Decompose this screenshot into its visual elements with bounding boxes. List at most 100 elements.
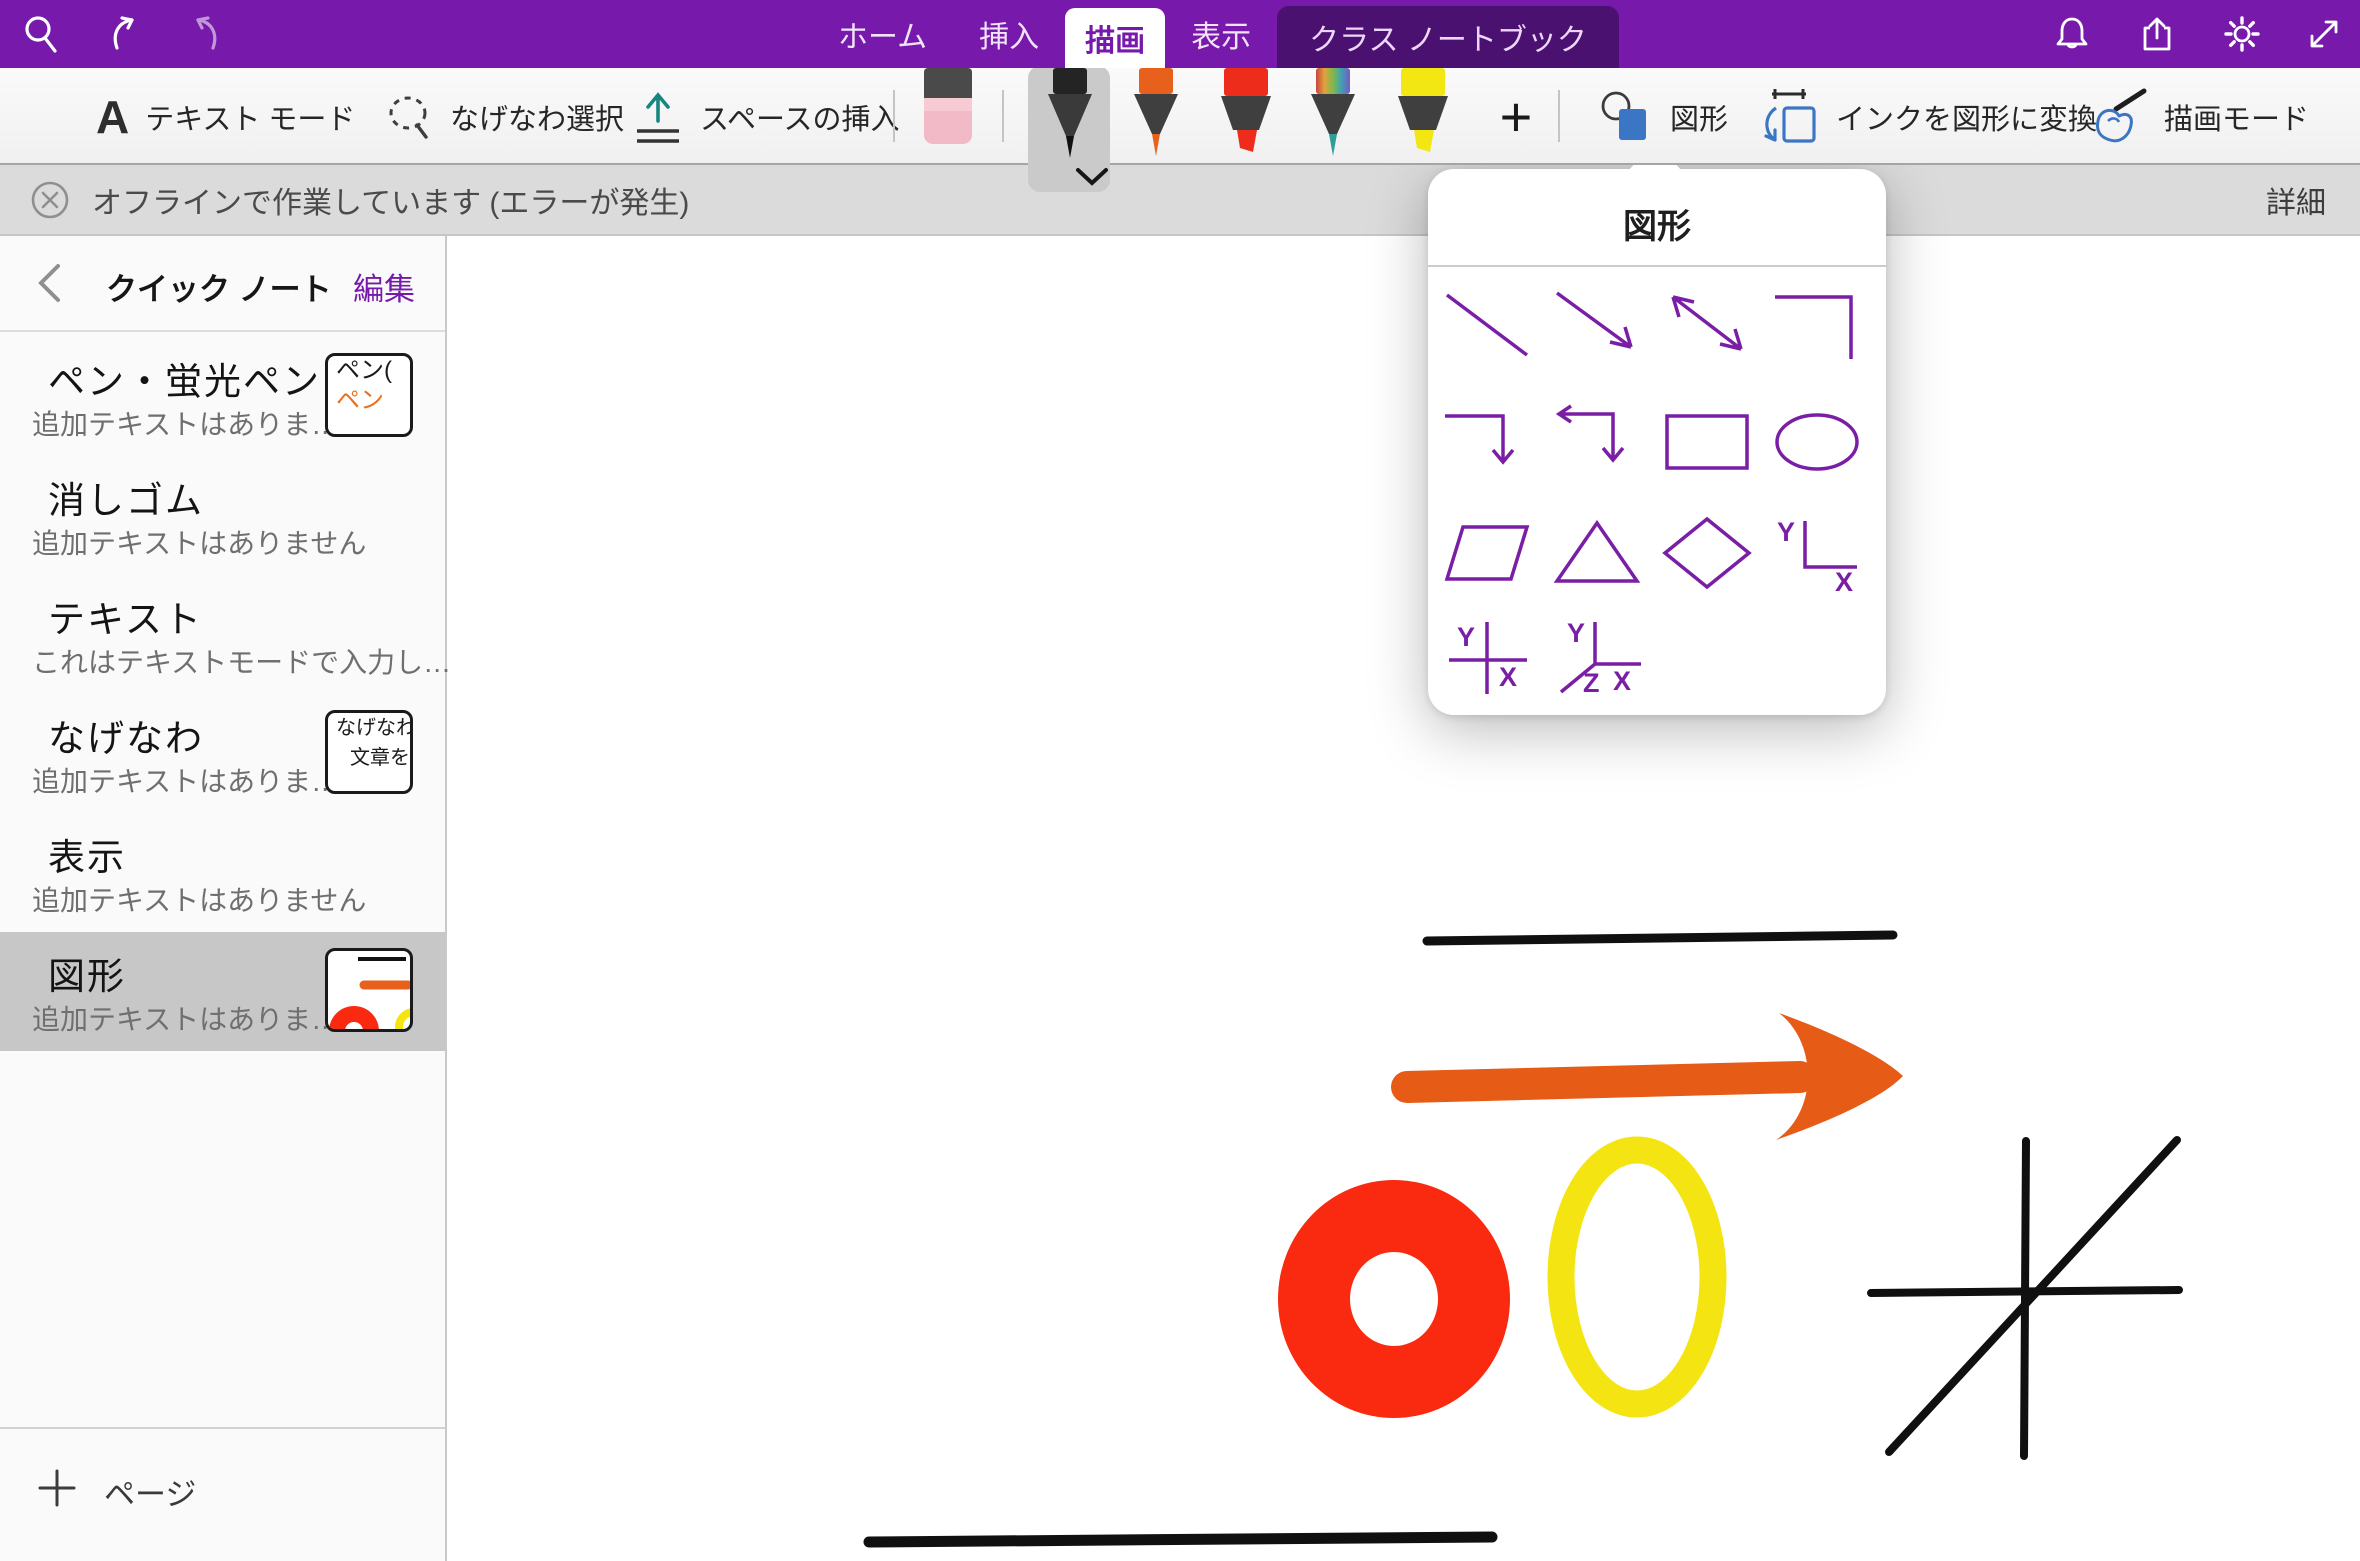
popup-divider: [1428, 265, 1886, 267]
tab-home[interactable]: ホーム: [812, 0, 953, 68]
page-row-eraser[interactable]: 消しゴム 追加テキストはありません: [0, 456, 445, 575]
page-title: テキスト: [48, 589, 203, 643]
add-pen-button[interactable]: +: [1488, 68, 1544, 165]
text-mode-button[interactable]: A テキスト モード: [96, 68, 355, 165]
shape-triangle[interactable]: [1549, 515, 1645, 591]
thumbnail-ink-text: 文章を: [328, 743, 410, 773]
tab-draw[interactable]: 描画: [1065, 8, 1165, 68]
ink-black-line-top[interactable]: [1427, 935, 1893, 941]
page-row-text[interactable]: テキスト これはテキストモードで入力し…: [0, 575, 445, 694]
ribbon-tabs: ホーム 挿入 描画 表示 クラス ノートブック: [812, 0, 1619, 68]
undo-icon[interactable]: [104, 14, 144, 54]
page-row-lasso[interactable]: なげなわ 追加テキストはありま… なげなわ 文章を: [0, 694, 445, 813]
page-subtitle: 追加テキストはありません: [32, 879, 366, 919]
page-row-shapes-selected[interactable]: 図形 追加テキストはありま…: [0, 932, 445, 1051]
page-subtitle: 追加テキストはありま…: [32, 760, 339, 800]
draw-mode-label: 描画モード: [2164, 96, 2309, 138]
page-subtitle: これはテキストモードで入力し…: [32, 641, 451, 681]
page-subtitle: 追加テキストはありません: [32, 522, 366, 562]
shape-corner[interactable]: [1769, 287, 1865, 363]
notifications-bell-icon[interactable]: [2052, 14, 2092, 54]
red-highlighter-tool[interactable]: [1215, 68, 1277, 165]
insert-space-label: スペースの挿入: [700, 96, 900, 138]
page-title: ペン・蛍光ペン: [48, 351, 321, 405]
page-row-pen-highlighter[interactable]: ペン・蛍光ペン 追加テキストはありま… ペン( ペン: [0, 337, 445, 456]
shape-line[interactable]: [1439, 287, 1535, 363]
sidebar-title: クイック ノート: [106, 264, 332, 309]
share-icon[interactable]: [2138, 14, 2178, 54]
toolbar-divider: [1002, 90, 1004, 142]
resize-window-icon[interactable]: [2304, 14, 2344, 54]
banner-details-button[interactable]: 詳細: [2266, 178, 2326, 222]
insert-space-icon: [632, 89, 684, 145]
svg-text:X: X: [1499, 662, 1517, 692]
shape-parallelogram[interactable]: [1439, 515, 1535, 591]
toolbar-divider: [1558, 90, 1560, 142]
ink-yellow-ellipse[interactable]: [1561, 1150, 1713, 1404]
page-title: 表示: [48, 827, 126, 881]
shape-diamond[interactable]: [1659, 515, 1755, 591]
shapes-icon: [1598, 88, 1654, 146]
offline-banner-message: オフラインで作業しています (エラーが発生): [92, 178, 689, 222]
lasso-select-button[interactable]: なげなわ選択: [384, 68, 624, 165]
shape-axis-xy[interactable]: Y X: [1769, 515, 1865, 591]
shape-rectangle[interactable]: [1659, 402, 1755, 478]
shape-ellipse[interactable]: [1769, 402, 1865, 478]
shapes-mini-preview: [328, 951, 412, 1031]
tab-class-notebook[interactable]: クラス ノートブック: [1277, 6, 1619, 68]
thumbnail-ink-text: ペン: [328, 386, 410, 416]
shape-double-arrow[interactable]: [1659, 287, 1755, 363]
black-pen-tool[interactable]: [1040, 68, 1100, 169]
insert-space-button[interactable]: スペースの挿入: [632, 68, 900, 165]
tab-insert[interactable]: 挿入: [953, 0, 1065, 68]
ink-to-shape-label: インクを図形に変換: [1836, 96, 2097, 138]
titlebar: ホーム 挿入 描画 表示 クラス ノートブック: [0, 0, 2360, 68]
page-row-view[interactable]: 表示 追加テキストはありません: [0, 813, 445, 932]
page-subtitle: 追加テキストはありま…: [32, 403, 339, 443]
shapes-button[interactable]: 図形: [1598, 68, 1728, 165]
eraser-tool[interactable]: [918, 68, 978, 153]
svg-text:X: X: [1613, 666, 1631, 696]
svg-text:Y: Y: [1567, 620, 1585, 648]
shapes-popup-title: 図形: [1428, 199, 1886, 248]
ink-red-donut[interactable]: [1278, 1180, 1510, 1418]
shape-arrow[interactable]: [1549, 287, 1645, 363]
yellow-highlighter-tool[interactable]: [1392, 68, 1454, 165]
thumbnail-ink-text: ペン(: [328, 356, 410, 386]
ink-to-shape-icon: [1758, 86, 1820, 148]
ink-black-line-bottom[interactable]: [869, 1537, 1492, 1542]
shapes-popup: 図形 Y X: [1428, 169, 1886, 715]
sidebar-header: クイック ノート 編集: [0, 236, 445, 332]
ink-orange-arrow-shaft[interactable]: [1407, 1077, 1800, 1087]
thumbnail-ink-text: なげなわ: [328, 713, 410, 743]
pen-options-chevron-down-icon[interactable]: [1072, 166, 1112, 188]
shape-elbow-arrow-down[interactable]: [1439, 402, 1535, 478]
search-icon[interactable]: [22, 14, 62, 54]
svg-text:Z: Z: [1583, 668, 1600, 696]
back-chevron-icon[interactable]: [36, 262, 62, 304]
text-mode-icon: A: [96, 90, 129, 144]
draw-mode-button[interactable]: 描画モード: [2086, 68, 2309, 165]
add-page-label: ページ: [104, 1469, 196, 1514]
shapes-label: 図形: [1670, 96, 1728, 138]
orange-pen-tool[interactable]: [1126, 68, 1186, 165]
tab-view[interactable]: 表示: [1165, 0, 1277, 68]
shape-elbow-double-arrow[interactable]: [1549, 402, 1645, 478]
page-subtitle: 追加テキストはありま…: [32, 998, 339, 1038]
ink-cross-horizontal[interactable]: [1871, 1290, 2179, 1293]
page-thumbnail: [325, 948, 413, 1032]
add-page-button[interactable]: ページ: [0, 1427, 445, 1561]
svg-text:X: X: [1835, 567, 1853, 591]
rainbow-pen-tool[interactable]: [1303, 68, 1363, 165]
settings-gear-icon[interactable]: [2222, 14, 2262, 54]
text-mode-label: テキスト モード: [145, 96, 355, 138]
shape-axis-quadrant[interactable]: Y X: [1439, 620, 1535, 696]
edit-button[interactable]: 編集: [353, 264, 415, 309]
draw-mode-hand-pen-icon: [2086, 87, 2148, 147]
shape-axis-xyz[interactable]: Y Z X: [1549, 620, 1645, 696]
svg-text:Y: Y: [1777, 517, 1795, 547]
error-circle-x-icon[interactable]: [30, 180, 70, 220]
ink-to-shape-button[interactable]: インクを図形に変換: [1758, 68, 2097, 165]
plus-icon: [36, 1467, 78, 1509]
redo-icon[interactable]: [186, 14, 226, 54]
